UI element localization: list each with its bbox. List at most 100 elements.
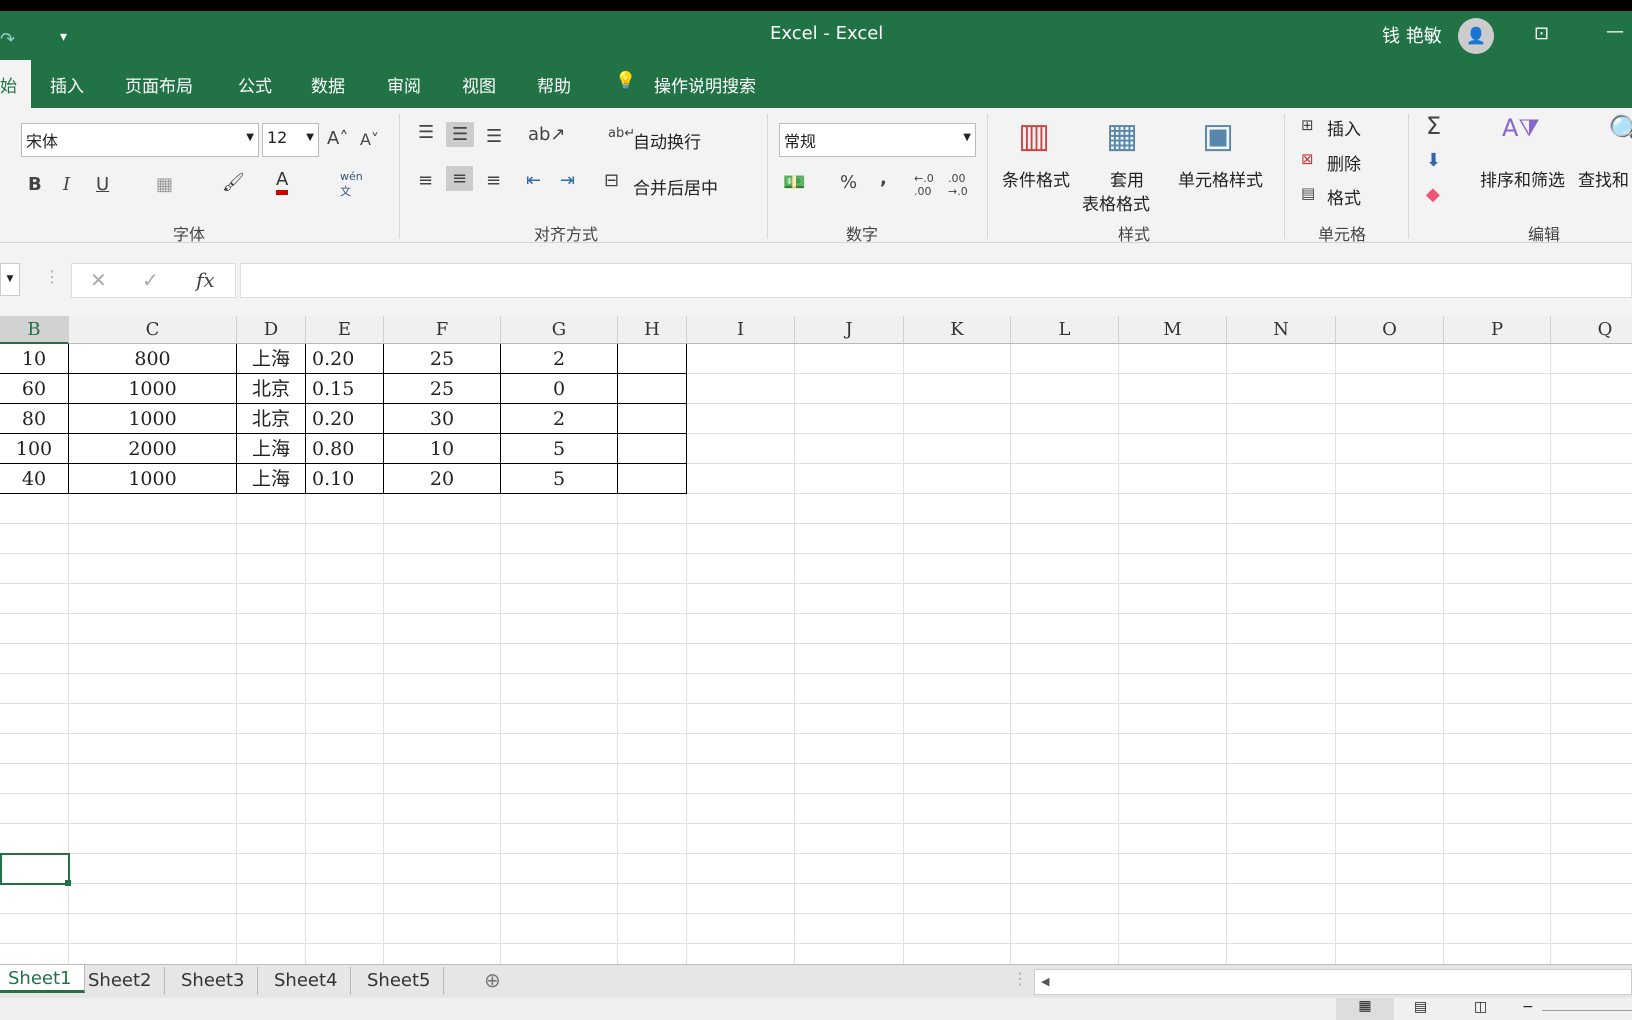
column-header-G[interactable]: G: [501, 316, 618, 344]
column-header-O[interactable]: O: [1336, 316, 1444, 344]
drag-handle-icon[interactable]: ⋮: [44, 267, 60, 286]
sheet-tab-sheet3[interactable]: Sheet3: [169, 967, 258, 995]
cell-F1[interactable]: 25: [384, 344, 501, 374]
column-header-E[interactable]: E: [306, 316, 384, 344]
align-center-icon[interactable]: ≡: [446, 166, 474, 191]
cell-G4[interactable]: 5: [501, 434, 618, 464]
sheet-tab-sheet1[interactable]: Sheet1: [0, 965, 85, 993]
underline-button[interactable]: U: [96, 174, 109, 195]
format-cells-button[interactable]: 格式: [1327, 184, 1361, 209]
cell-D1[interactable]: 上海: [237, 344, 306, 374]
cell-C2[interactable]: 1000: [69, 374, 237, 404]
column-header-C[interactable]: C: [69, 316, 237, 344]
decrease-font-icon[interactable]: A˅: [360, 130, 379, 149]
scroll-left-icon[interactable]: ◀: [1035, 975, 1049, 988]
name-box-dropdown[interactable]: ▼: [0, 263, 20, 296]
increase-font-icon[interactable]: A˄: [327, 128, 348, 149]
cell-H1[interactable]: [618, 344, 687, 374]
redo-icon[interactable]: ↷: [0, 29, 15, 50]
cell-F4[interactable]: 10: [384, 434, 501, 464]
number-format-select[interactable]: 常规 ▼: [779, 123, 976, 157]
clear-icon[interactable]: ◆: [1426, 184, 1440, 205]
sheet-tab-sheet5[interactable]: Sheet5: [355, 967, 444, 995]
borders-icon[interactable]: ▦: [156, 174, 173, 195]
comma-button[interactable]: ,: [880, 168, 887, 189]
delete-cells-button[interactable]: 删除: [1327, 150, 1361, 175]
phonetic-icon[interactable]: wén 文: [340, 170, 363, 199]
page-break-view-icon[interactable]: ◫: [1474, 999, 1487, 1015]
tell-me-search[interactable]: 操作说明搜索: [654, 72, 756, 97]
column-header-Q[interactable]: Q: [1551, 316, 1632, 344]
fill-color-icon[interactable]: 🖌: [222, 172, 245, 193]
column-header-K[interactable]: K: [904, 316, 1011, 344]
cell-G1[interactable]: 2: [501, 344, 618, 374]
merge-center-button[interactable]: 合并后居中: [633, 174, 718, 199]
cell-D3[interactable]: 北京: [237, 404, 306, 434]
cell-E3[interactable]: 0.20: [306, 404, 384, 434]
column-header-D[interactable]: D: [237, 316, 306, 344]
bottom-align-icon[interactable]: ☰: [486, 126, 502, 147]
cell-H4[interactable]: [618, 434, 687, 464]
cell-H5[interactable]: [618, 464, 687, 494]
orientation-icon[interactable]: ab↗: [528, 124, 566, 145]
column-header-M[interactable]: M: [1119, 316, 1227, 344]
cell-C4[interactable]: 2000: [69, 434, 237, 464]
cancel-icon[interactable]: ✕: [90, 268, 107, 292]
tab-home[interactable]: 始: [0, 60, 31, 108]
horizontal-scrollbar[interactable]: ◀: [1034, 969, 1632, 995]
cell-D2[interactable]: 北京: [237, 374, 306, 404]
avatar-icon[interactable]: 👤: [1458, 18, 1494, 54]
conditional-format-button[interactable]: 条件格式: [1002, 166, 1070, 191]
tab-view[interactable]: 视图: [462, 72, 496, 97]
cell-B4[interactable]: 100: [0, 434, 69, 464]
tab-review[interactable]: 审阅: [387, 72, 421, 97]
cell-F2[interactable]: 25: [384, 374, 501, 404]
cell-G3[interactable]: 2: [501, 404, 618, 434]
tab-split-handle[interactable]: ⋮: [1012, 969, 1028, 988]
insert-function-button[interactable]: fx: [196, 268, 215, 292]
insert-cells-button[interactable]: 插入: [1327, 115, 1361, 140]
new-sheet-icon[interactable]: ⊕: [484, 968, 501, 992]
cell-B3[interactable]: 80: [0, 404, 69, 434]
tab-data[interactable]: 数据: [311, 72, 345, 97]
cell-D4[interactable]: 上海: [237, 434, 306, 464]
fill-handle[interactable]: [65, 880, 71, 886]
font-size-select[interactable]: 12 ▼: [262, 123, 319, 157]
column-header-J[interactable]: J: [795, 316, 904, 344]
cell-F5[interactable]: 20: [384, 464, 501, 494]
cell-E4[interactable]: 0.80: [306, 434, 384, 464]
cell-F3[interactable]: 30: [384, 404, 501, 434]
align-left-icon[interactable]: ≡: [418, 170, 433, 191]
cell-C3[interactable]: 1000: [69, 404, 237, 434]
normal-view-icon[interactable]: ▦: [1336, 998, 1394, 1020]
format-table-line1[interactable]: 套用: [1110, 166, 1144, 191]
column-header-L[interactable]: L: [1011, 316, 1119, 344]
sheet-tab-sheet2[interactable]: Sheet2: [76, 967, 165, 995]
cell-styles-button[interactable]: 单元格样式: [1178, 166, 1263, 191]
cell-C5[interactable]: 1000: [69, 464, 237, 494]
cell-C1[interactable]: 800: [69, 344, 237, 374]
decrease-indent-icon[interactable]: ⇤: [526, 170, 541, 191]
font-color-icon[interactable]: A: [276, 170, 289, 195]
cell-B2[interactable]: 60: [0, 374, 69, 404]
cell-G2[interactable]: 0: [501, 374, 618, 404]
tab-insert[interactable]: 插入: [50, 72, 84, 97]
selected-cell[interactable]: [0, 853, 70, 885]
tab-formulas[interactable]: 公式: [238, 72, 272, 97]
customize-qat-icon[interactable]: ▾: [60, 29, 67, 45]
cell-D5[interactable]: 上海: [237, 464, 306, 494]
sheet-tab-sheet4[interactable]: Sheet4: [262, 967, 351, 995]
cell-B1[interactable]: 10: [0, 344, 69, 374]
currency-icon[interactable]: 💵: [783, 172, 805, 193]
tab-help[interactable]: 帮助: [537, 72, 571, 97]
column-header-B[interactable]: B: [0, 316, 69, 344]
column-header-P[interactable]: P: [1444, 316, 1551, 344]
decrease-decimal-button[interactable]: .00 →.0: [948, 172, 978, 198]
enter-icon[interactable]: ✓: [142, 268, 159, 292]
cell-E2[interactable]: 0.15: [306, 374, 384, 404]
autosum-icon[interactable]: Σ: [1426, 112, 1441, 140]
column-header-N[interactable]: N: [1227, 316, 1336, 344]
cell-E5[interactable]: 0.10: [306, 464, 384, 494]
align-right-icon[interactable]: ≡: [486, 170, 501, 191]
tab-page-layout[interactable]: 页面布局: [125, 72, 193, 97]
